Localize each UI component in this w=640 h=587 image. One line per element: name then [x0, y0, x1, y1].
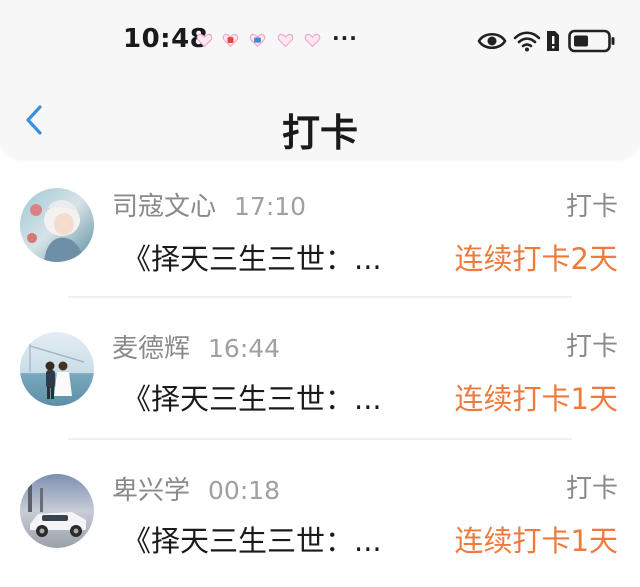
- user-name: 麦德辉: [112, 334, 191, 364]
- checkin-tag: 打卡: [565, 192, 618, 222]
- heart-notification-icon: [277, 33, 294, 48]
- divider: [68, 438, 572, 440]
- user-name: 卑兴学: [112, 476, 191, 506]
- eye-icon: [477, 32, 507, 50]
- message-preview: 《择天三生三世：...: [122, 524, 382, 558]
- user-name-row: 司寇文心 17:10: [112, 186, 306, 223]
- checkin-tag: 打卡: [565, 332, 618, 362]
- streak-label: 连续打卡1天: [454, 524, 618, 558]
- avatar[interactable]: [20, 332, 94, 406]
- status-bar: 10:48 ···: [0, 0, 640, 80]
- streak-label: 连续打卡1天: [454, 382, 618, 416]
- app-notification-icon: [249, 33, 266, 48]
- list-item[interactable]: 司寇文心 17:10 打卡 《择天三生三世：... 连续打卡2天: [0, 170, 640, 310]
- battery-icon: [568, 29, 615, 53]
- timestamp: 17:10: [234, 192, 307, 221]
- heart-notification-icon: [304, 33, 321, 48]
- timestamp: 00:18: [208, 476, 281, 505]
- divider: [68, 296, 572, 298]
- nav-bar: 打卡: [0, 80, 640, 158]
- message-preview: 《择天三生三世：...: [122, 242, 382, 276]
- wifi-icon: [513, 31, 541, 52]
- heart-notification-icon: [196, 33, 213, 48]
- sim-alert-icon: [547, 31, 559, 51]
- avatar[interactable]: [20, 474, 94, 548]
- page-title: 打卡: [281, 111, 358, 155]
- app-notification-icon: [222, 33, 239, 48]
- streak-label: 连续打卡2天: [454, 242, 618, 276]
- timestamp: 16:44: [208, 334, 281, 363]
- more-notifications: ···: [332, 26, 358, 50]
- avatar[interactable]: [20, 188, 94, 262]
- user-name-row: 卑兴学 00:18: [112, 470, 280, 507]
- list-item[interactable]: 麦德辉 16:44 打卡 《择天三生三世：... 连续打卡1天: [0, 310, 640, 450]
- checkin-tag: 打卡: [565, 474, 618, 504]
- list-item[interactable]: 卑兴学 00:18 打卡 《择天三生三世：... 连续打卡1天: [0, 452, 640, 587]
- user-name-row: 麦德辉 16:44: [112, 328, 280, 365]
- user-name: 司寇文心: [112, 192, 217, 222]
- screen: 10:48 ··· 打卡 司寇文心 17:10 打卡 《择天三生三世：... 连…: [0, 0, 640, 587]
- message-preview: 《择天三生三世：...: [122, 382, 382, 416]
